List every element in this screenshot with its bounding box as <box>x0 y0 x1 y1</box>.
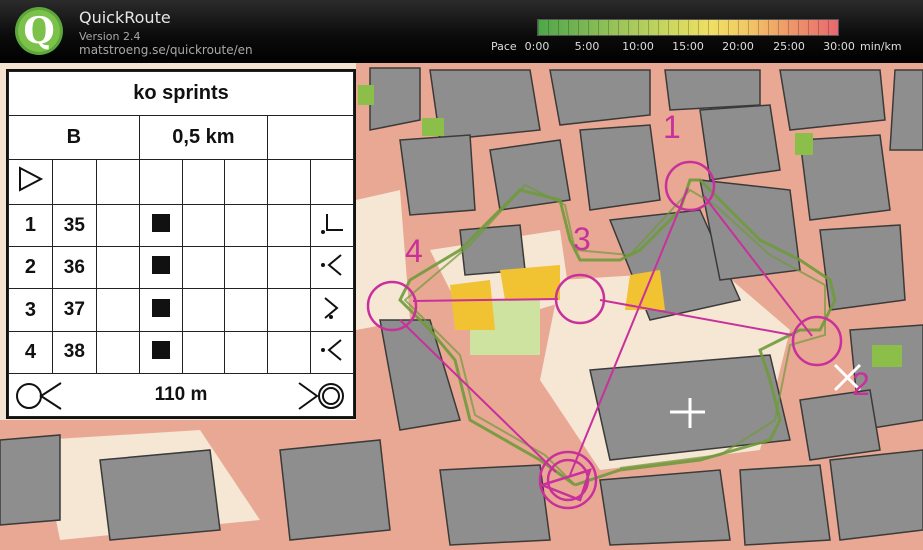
control-description-card: ko sprints B 0,5 km 1 35 2 36 3 37 4 38 … <box>6 69 356 419</box>
card-distance: 0,5 km <box>138 115 269 160</box>
card-category: B <box>8 115 140 160</box>
building-feature-icon <box>151 213 171 238</box>
control-row: 4 38 <box>8 330 354 375</box>
finish-row: 110 m <box>8 373 354 417</box>
control-label-1: 1 <box>663 109 681 145</box>
pace-tick-20: 20:00 <box>722 40 754 53</box>
pace-unit: min/km <box>860 40 902 53</box>
pace-tick-30: 30:00 <box>823 40 855 53</box>
building-feature-icon <box>151 255 171 280</box>
control-number: 4 <box>8 330 53 375</box>
pace-tick-10: 10:00 <box>622 40 654 53</box>
control-number: 2 <box>8 246 53 290</box>
funnel-start-icon <box>16 382 62 410</box>
control-description-table: ko sprints B 0,5 km 1 35 2 36 3 37 4 38 … <box>8 71 354 417</box>
pace-tick-0: 0:00 <box>524 40 550 53</box>
finish-distance: 110 m <box>154 384 208 405</box>
control-number: 1 <box>8 203 53 248</box>
app-title: QuickRoute <box>79 8 171 27</box>
control-code: 38 <box>51 330 97 375</box>
control-code: 35 <box>51 203 97 248</box>
quickroute-logo-icon: Q <box>15 7 63 55</box>
pace-tick-25: 25:00 <box>773 40 805 53</box>
control-label-4: 4 <box>405 233 423 269</box>
corner-side-icon <box>319 295 345 326</box>
building-feature-icon <box>151 340 171 365</box>
control-row: 1 35 <box>8 203 354 248</box>
logo-letter: Q <box>23 10 54 52</box>
card-empty-header <box>267 115 354 160</box>
start-triangle-symbol-icon <box>19 166 44 193</box>
pace-label: Pace <box>491 40 517 53</box>
pace-tick-5: 5:00 <box>574 40 600 53</box>
card-title: ko sprints <box>8 71 354 116</box>
corner-inside-icon <box>319 210 345 241</box>
pace-tick-15: 15:00 <box>672 40 704 53</box>
control-number: 3 <box>8 288 53 332</box>
control-label-3: 3 <box>573 221 591 257</box>
corner-outside-icon <box>319 337 345 368</box>
corner-outside-icon <box>319 252 345 283</box>
start-symbol-cell <box>8 159 53 205</box>
start-row <box>8 159 354 205</box>
pace-color-scale <box>537 19 839 36</box>
app-header: Q QuickRoute Version 2.4 matstroeng.se/q… <box>0 0 923 63</box>
app-url[interactable]: matstroeng.se/quickroute/en <box>79 43 253 57</box>
finish-circles-icon <box>298 382 344 410</box>
control-code: 36 <box>51 246 97 290</box>
control-label-2: 2 <box>852 366 870 402</box>
control-code: 37 <box>51 288 97 332</box>
control-row: 3 37 <box>8 288 354 332</box>
building-feature-icon <box>151 298 171 323</box>
app-version: Version 2.4 <box>79 30 141 43</box>
control-row: 2 36 <box>8 246 354 290</box>
